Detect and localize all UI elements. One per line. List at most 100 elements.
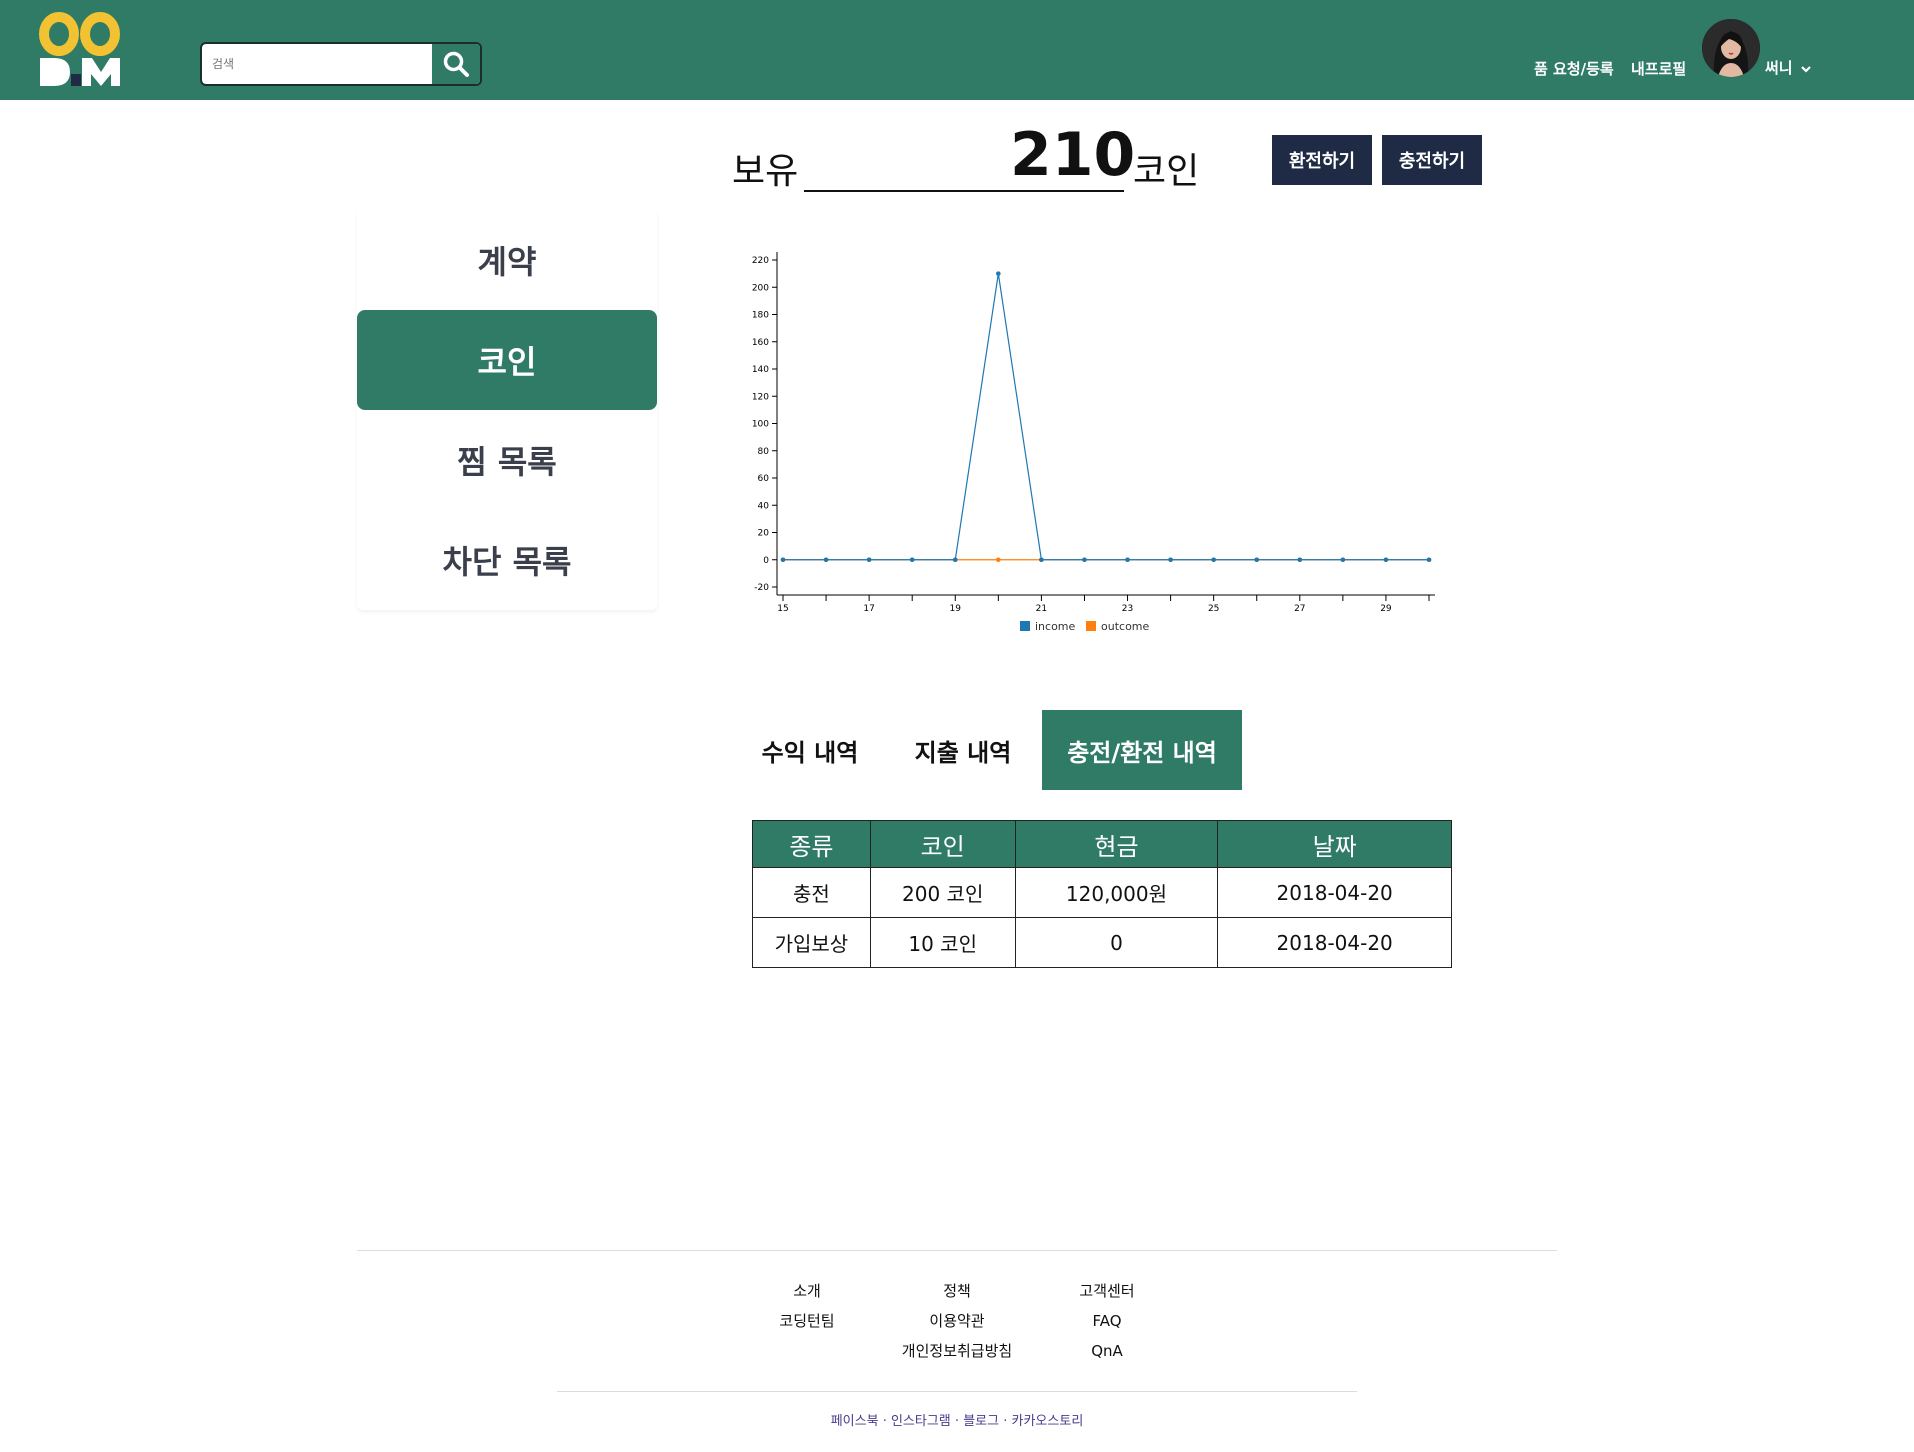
x-tick-label: 21 [1036, 604, 1047, 614]
sidebar-item-blocklist[interactable]: 차단 목록 [357, 510, 657, 610]
y-tick-label: -20 [754, 583, 769, 593]
data-point-income [1125, 557, 1130, 563]
column-header-date: 날짜 [1217, 820, 1452, 868]
user-avatar[interactable] [1702, 19, 1760, 77]
x-tick-label: 23 [1122, 604, 1133, 614]
social-link-instagram[interactable]: 인스타그램 [891, 1414, 951, 1429]
transaction-table: 종류 코인 현금 날짜 충전 200 코인 120,000원 2018-04-2… [752, 820, 1452, 968]
charge-button[interactable]: 충전하기 [1382, 135, 1482, 185]
data-point-outcome [996, 557, 1001, 563]
footer-divider [357, 1250, 1557, 1251]
tab-expense-history[interactable]: 지출 내역 [888, 710, 1038, 790]
legend-swatch-outcome [1086, 621, 1096, 631]
footer-link-privacy[interactable]: 개인정보취급방침 [877, 1336, 1037, 1366]
social-link-kakaostory[interactable]: 카카오스토리 [1012, 1414, 1084, 1429]
y-tick-label: 120 [752, 392, 769, 402]
y-tick-label: 60 [758, 474, 770, 484]
cell-type: 가입보상 [752, 917, 871, 968]
balance-underline [804, 190, 1124, 192]
x-tick-label: 27 [1294, 604, 1305, 614]
sidebar-item-wishlist[interactable]: 찜 목록 [357, 410, 657, 510]
column-header-cash: 현금 [1014, 820, 1219, 868]
footer-column-support: 고객센터 FAQ QnA [1027, 1276, 1187, 1366]
social-separator: · [954, 1414, 960, 1429]
cell-cash: 0 [1014, 917, 1219, 968]
y-tick-label: 160 [752, 338, 769, 348]
x-tick-label: 15 [777, 604, 788, 614]
x-tick-label: 25 [1208, 604, 1219, 614]
y-tick-label: 220 [752, 256, 769, 266]
data-point-income [909, 557, 915, 563]
data-point-income [1383, 557, 1389, 563]
data-point-income [996, 271, 1001, 276]
data-point-income [1039, 557, 1044, 563]
footer-divider [557, 1391, 1357, 1392]
search-icon [443, 51, 469, 77]
footer-link-faq[interactable]: FAQ [1027, 1306, 1187, 1336]
data-point-income [952, 557, 958, 563]
exchange-button[interactable]: 환전하기 [1272, 135, 1372, 185]
search-button[interactable] [432, 44, 480, 84]
data-point-income [866, 557, 872, 563]
x-tick-label: 29 [1380, 604, 1392, 614]
table-header-row: 종류 코인 현금 날짜 [752, 820, 1452, 868]
cell-coin: 10 코인 [869, 917, 1016, 968]
legend-label-income: income [1035, 620, 1076, 633]
x-tick-label: 19 [950, 604, 962, 614]
sidebar-item-coin[interactable]: 코인 [357, 310, 657, 410]
footer-column-about: 소개 코딩턴팀 [727, 1276, 887, 1336]
balance-unit: 코인 [1133, 151, 1200, 192]
series-line-income [783, 273, 1429, 561]
data-point-income [1426, 557, 1432, 563]
footer-column-title: 고객센터 [1079, 1282, 1135, 1300]
data-point-income [1340, 557, 1346, 563]
chevron-down-icon [1801, 65, 1811, 73]
balance-amount: 210 [1010, 120, 1136, 190]
data-point-income [1254, 557, 1260, 563]
legend-label-outcome: outcome [1101, 620, 1150, 633]
column-header-type: 종류 [752, 820, 871, 868]
cell-date: 2018-04-20 [1217, 917, 1452, 968]
y-tick-label: 200 [752, 283, 769, 293]
social-links: 페이스북 · 인스타그램 · 블로그 · 카카오스토리 [557, 1410, 1357, 1429]
search-input[interactable] [202, 44, 432, 84]
cell-coin: 200 코인 [869, 867, 1016, 918]
data-point-income [823, 557, 829, 563]
social-link-blog[interactable]: 블로그 [963, 1414, 999, 1429]
nav-my-profile-link[interactable]: 내프로필 [1631, 58, 1686, 79]
footer-column-policy: 정책 이용약관 개인정보취급방침 [877, 1276, 1037, 1366]
cell-cash: 120,000원 [1014, 867, 1219, 918]
table-row: 가입보상 10 코인 0 2018-04-20 [752, 917, 1452, 968]
data-point-income [1082, 557, 1087, 563]
nav-request-register-link[interactable]: 품 요청/등록 [1534, 58, 1614, 79]
search-box [200, 42, 482, 86]
y-tick-label: 20 [758, 529, 770, 539]
mypage-sidebar: 계약 코인 찜 목록 차단 목록 [357, 210, 657, 610]
footer-link-qna[interactable]: QnA [1027, 1336, 1187, 1366]
social-link-facebook[interactable]: 페이스북 [831, 1414, 879, 1429]
y-tick-label: 140 [752, 365, 769, 375]
cell-type: 충전 [752, 867, 871, 918]
tab-income-history[interactable]: 수익 내역 [735, 710, 885, 790]
social-separator: · [882, 1414, 887, 1429]
footer-column-title: 정책 [943, 1282, 971, 1300]
legend-swatch-income [1020, 621, 1030, 631]
user-name-label: 써니 [1765, 59, 1793, 77]
top-nav-bar: 품 요청/등록 내프로필 써니 [0, 0, 1914, 100]
data-point-income [1168, 557, 1173, 563]
table-row: 충전 200 코인 120,000원 2018-04-20 [752, 867, 1452, 918]
x-tick-label: 17 [863, 604, 874, 614]
balance-label: 보유 [732, 151, 799, 192]
site-logo[interactable] [38, 12, 122, 88]
footer-column-title: 소개 [793, 1282, 821, 1300]
footer-link-team[interactable]: 코딩턴팀 [727, 1306, 887, 1336]
footer-link-terms[interactable]: 이용약관 [877, 1306, 1037, 1336]
sidebar-item-contract[interactable]: 계약 [357, 210, 657, 310]
user-menu-dropdown[interactable]: 써니 [1765, 57, 1812, 78]
avatar-image [1702, 19, 1760, 77]
social-separator: · [1003, 1414, 1008, 1429]
tab-charge-exchange-history[interactable]: 충전/환전 내역 [1042, 710, 1242, 790]
data-point-income [1297, 557, 1303, 563]
y-tick-label: 0 [763, 556, 769, 566]
cell-date: 2018-04-20 [1217, 867, 1452, 918]
